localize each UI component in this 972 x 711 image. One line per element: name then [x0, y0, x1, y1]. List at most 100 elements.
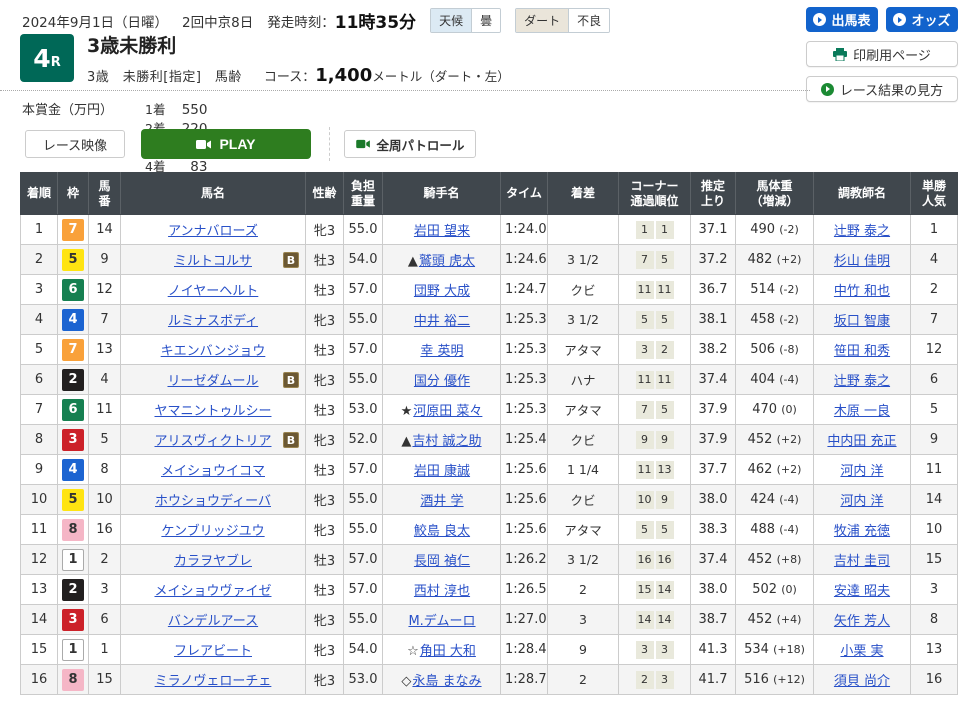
body-weight: 424	[750, 492, 775, 507]
sex-age: 牝3	[306, 635, 344, 665]
jockey-name-link[interactable]: 鷲頭 虎太	[419, 254, 475, 269]
arrow-circle-icon	[893, 13, 906, 26]
corner-1: 11	[636, 281, 654, 299]
sex-age: 牡3	[306, 395, 344, 425]
trainer-name-link[interactable]: 木原 一良	[834, 404, 890, 419]
jockey-name-link[interactable]: 鮫島 良太	[414, 524, 470, 539]
waku-number: 4	[62, 309, 84, 331]
finish-time: 1:26.5	[501, 575, 548, 605]
trainer-name-link[interactable]: 中内田 充正	[827, 434, 896, 449]
trainer-name-link[interactable]: 杉山 佳明	[834, 254, 890, 269]
horse-name-link[interactable]: ケンブリッジユウ	[161, 524, 264, 539]
body-weight: 470	[752, 402, 777, 417]
jockey-name-link[interactable]: 酒井 学	[420, 494, 463, 509]
trainer-name-link[interactable]: 河内 洋	[840, 494, 883, 509]
body-weight-diff: (+8)	[777, 553, 802, 566]
trainer-name-link[interactable]: 牧浦 充徳	[834, 524, 890, 539]
corner-1: 2	[636, 671, 654, 689]
play-button[interactable]: PLAY	[141, 129, 311, 159]
horse-number: 6	[89, 605, 121, 635]
jockey-name-link[interactable]: 角田 大和	[420, 644, 476, 659]
last-3f: 37.9	[691, 425, 736, 455]
frame-cell: 8	[58, 665, 89, 695]
horse-name-link[interactable]: アンナバローズ	[168, 224, 258, 239]
print-page-button[interactable]: 印刷用ページ	[806, 41, 958, 67]
sex-age: 牡3	[306, 545, 344, 575]
odds-button[interactable]: オッズ	[886, 7, 958, 32]
jockey-name-link[interactable]: 国分 優作	[414, 374, 470, 389]
trainer-name-link[interactable]: 小栗 実	[840, 644, 883, 659]
track-condition-value: 不良	[568, 9, 609, 32]
horse-name-link[interactable]: ミラノヴェローチェ	[155, 674, 272, 689]
favorite-rank: 1	[911, 215, 958, 245]
entries-button[interactable]: 出馬表	[806, 7, 878, 32]
trainer-name-link[interactable]: 中竹 和也	[834, 284, 890, 299]
horse-name-link[interactable]: フレアビート	[174, 644, 252, 659]
finish-time: 1:27.0	[501, 605, 548, 635]
jockey-name-link[interactable]: M.デムーロ	[408, 614, 475, 629]
horse-name-link[interactable]: メイショウヴァイゼ	[154, 584, 271, 599]
race-video-button[interactable]: レース映像	[25, 130, 125, 158]
trainer-cell: 小栗 実	[814, 635, 911, 665]
carried-weight: 52.0	[344, 425, 383, 455]
body-weight-cell: 452 (+2)	[736, 425, 814, 455]
table-row: 7 6 11 ヤマニントゥルシー 牡3 53.0 ★河原田 菜々 1:25.3 …	[21, 395, 958, 425]
frame-cell: 5	[58, 485, 89, 515]
horse-name-link[interactable]: カラヲヤブレ	[174, 554, 252, 569]
jockey-name-link[interactable]: 吉村 誠之助	[412, 434, 481, 449]
jockey-name-link[interactable]: 幸 英明	[420, 344, 463, 359]
horse-number: 4	[89, 365, 121, 395]
corner-order: 75	[619, 395, 691, 425]
jockey-name-link[interactable]: 河原田 菜々	[413, 404, 482, 419]
column-header: タイム	[501, 173, 548, 215]
trainer-name-link[interactable]: 河内 洋	[840, 464, 883, 479]
jockey-name-link[interactable]: 長岡 禎仁	[414, 554, 470, 569]
sex-age: 牡3	[306, 335, 344, 365]
horse-name-link[interactable]: ミルトコルサ	[174, 254, 252, 269]
table-header-row: 着順枠馬 番馬名性齢負担 重量騎手名タイム着差コーナー 通過順位推定 上り馬体重…	[21, 173, 958, 215]
horse-name-link[interactable]: リーゼダムール	[167, 374, 258, 389]
jockey-name-link[interactable]: 永島 まなみ	[412, 674, 481, 689]
body-weight-cell: 452 (+4)	[736, 605, 814, 635]
favorite-rank: 6	[911, 365, 958, 395]
corner-order: 32	[619, 335, 691, 365]
horse-name-link[interactable]: バンデルアース	[168, 614, 258, 629]
trainer-name-link[interactable]: 辻野 泰之	[834, 374, 890, 389]
trainer-cell: 中竹 和也	[814, 275, 911, 305]
jockey-name-link[interactable]: 岩田 望来	[414, 224, 470, 239]
horse-name-link[interactable]: キエンバンジョウ	[161, 344, 266, 359]
trainer-name-link[interactable]: 坂口 智康	[834, 314, 890, 329]
horse-name-link[interactable]: メイショウイコマ	[161, 464, 265, 479]
horse-name-link[interactable]: ヤマニントゥルシー	[154, 404, 271, 419]
trainer-name-link[interactable]: 笹田 和秀	[834, 344, 890, 359]
finish-time: 1:26.2	[501, 545, 548, 575]
carried-weight: 55.0	[344, 605, 383, 635]
weather-label: 天候	[431, 9, 471, 32]
horse-name-link[interactable]: ルミナスボディ	[168, 314, 258, 329]
finish-position: 3	[21, 275, 58, 305]
patrol-video-button[interactable]: 全周パトロール	[344, 130, 476, 158]
jockey-name-link[interactable]: 岩田 康誠	[414, 464, 470, 479]
trainer-cell: 吉村 圭司	[814, 545, 911, 575]
horse-number: 13	[89, 335, 121, 365]
horse-name-link[interactable]: ノイヤーヘルト	[168, 284, 259, 299]
trainer-name-link[interactable]: 辻野 泰之	[834, 224, 890, 239]
waku-number: 5	[62, 249, 84, 271]
jockey-name-link[interactable]: 中井 裕二	[414, 314, 470, 329]
body-weight: 462	[748, 462, 773, 477]
trainer-name-link[interactable]: 須貝 尚介	[834, 674, 890, 689]
finish-position: 14	[21, 605, 58, 635]
horse-name-link[interactable]: アリスヴィクトリア	[154, 434, 271, 449]
favorite-rank: 7	[911, 305, 958, 335]
trainer-name-link[interactable]: 安達 昭夫	[834, 584, 890, 599]
horse-name-link[interactable]: ホウショウディーバ	[155, 494, 271, 509]
trainer-name-link[interactable]: 吉村 圭司	[834, 554, 890, 569]
horse-number: 8	[89, 455, 121, 485]
waku-number: 3	[62, 429, 84, 451]
last-3f: 37.2	[691, 245, 736, 275]
jockey-name-link[interactable]: 西村 淳也	[414, 584, 470, 599]
trainer-name-link[interactable]: 矢作 芳人	[834, 614, 890, 629]
result-guide-button[interactable]: レース結果の見方	[806, 76, 958, 102]
jockey-name-link[interactable]: 団野 大成	[414, 284, 470, 299]
body-weight: 488	[750, 522, 775, 537]
